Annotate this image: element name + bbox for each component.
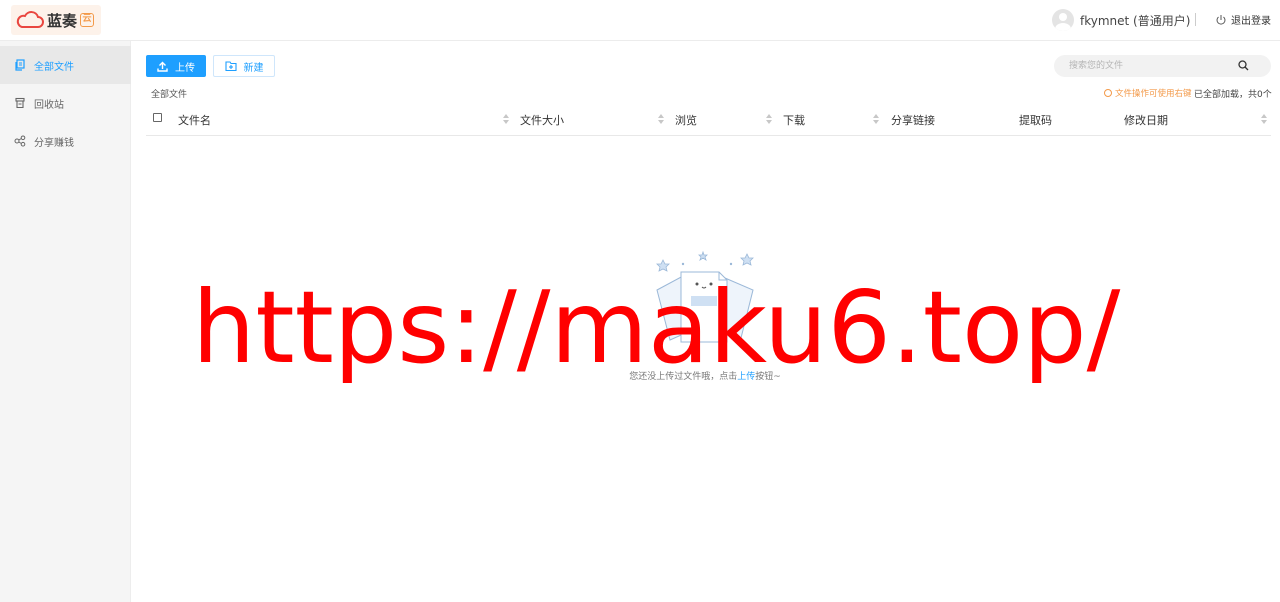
trash-icon [15,97,25,109]
column-extract-code: 提取码 [1019,114,1052,127]
column-filesize[interactable]: 文件大小 [520,112,564,128]
upload-button[interactable]: 上传 [146,55,206,77]
sort-icon[interactable] [503,114,509,124]
top-header: 蓝奏 云 fkymnet (普通用户) 退出登录 [0,0,1280,41]
new-folder-button[interactable]: 新建 [213,55,275,77]
column-share-link: 分享链接 [891,114,935,127]
file-table-header: 文件名 文件大小 浏览 下载 分享链接 提取码 修改日期 [146,103,1271,136]
logo-text: 蓝奏 [47,11,78,30]
search-box [1054,55,1271,77]
sidebar-item-share-earn[interactable]: 分享赚钱 [0,122,131,160]
sort-icon[interactable] [1261,114,1267,124]
breadcrumb[interactable]: 全部文件 [151,87,187,100]
logout-button[interactable]: 退出登录 [1215,12,1271,27]
watermark-url: https://maku6.top/ [192,269,1121,386]
sidebar-item-recycle-bin[interactable]: 回收站 [0,84,131,122]
upload-icon [157,61,168,72]
sidebar-item-all-files[interactable]: 全部文件 [0,46,131,84]
clock-icon [1104,89,1112,97]
new-label: 新建 [243,62,264,74]
logout-label: 退出登录 [1231,16,1271,27]
power-icon [1216,14,1226,25]
right-click-hint: 文件操作可使用右键 [1104,87,1192,99]
sort-icon[interactable] [766,114,772,124]
search-icon[interactable] [1238,60,1249,71]
column-modified-date[interactable]: 修改日期 [1124,112,1168,128]
sidebar-item-label: 回收站 [34,99,64,111]
sidebar-item-label: 分享赚钱 [34,137,74,149]
upload-label: 上传 [175,62,195,74]
column-filename[interactable]: 文件名 [178,112,211,128]
cloud-icon [16,11,44,28]
files-icon [15,59,25,71]
column-downloads[interactable]: 下载 [783,112,805,128]
lanzou-logo[interactable]: 蓝奏 云 [11,5,101,35]
sort-icon[interactable] [873,114,879,124]
new-folder-icon [224,61,237,72]
username[interactable]: fkymnet (普通用户) [1080,12,1190,29]
loaded-count: 已全部加载，共0个 [1194,90,1272,100]
select-all-checkbox[interactable] [153,113,162,122]
hint-text: 文件操作可使用右键 [1115,89,1192,99]
header-divider [1195,13,1196,26]
share-icon [14,135,26,147]
column-views[interactable]: 浏览 [675,112,697,128]
sidebar: 全部文件 回收站 分享赚钱 [0,41,131,602]
sort-icon[interactable] [658,114,664,124]
user-menu[interactable]: fkymnet (普通用户) [1052,9,1190,31]
sidebar-item-label: 全部文件 [34,61,74,73]
logo-badge: 云 [80,13,95,27]
search-input[interactable] [1054,55,1234,77]
avatar[interactable] [1052,9,1074,31]
